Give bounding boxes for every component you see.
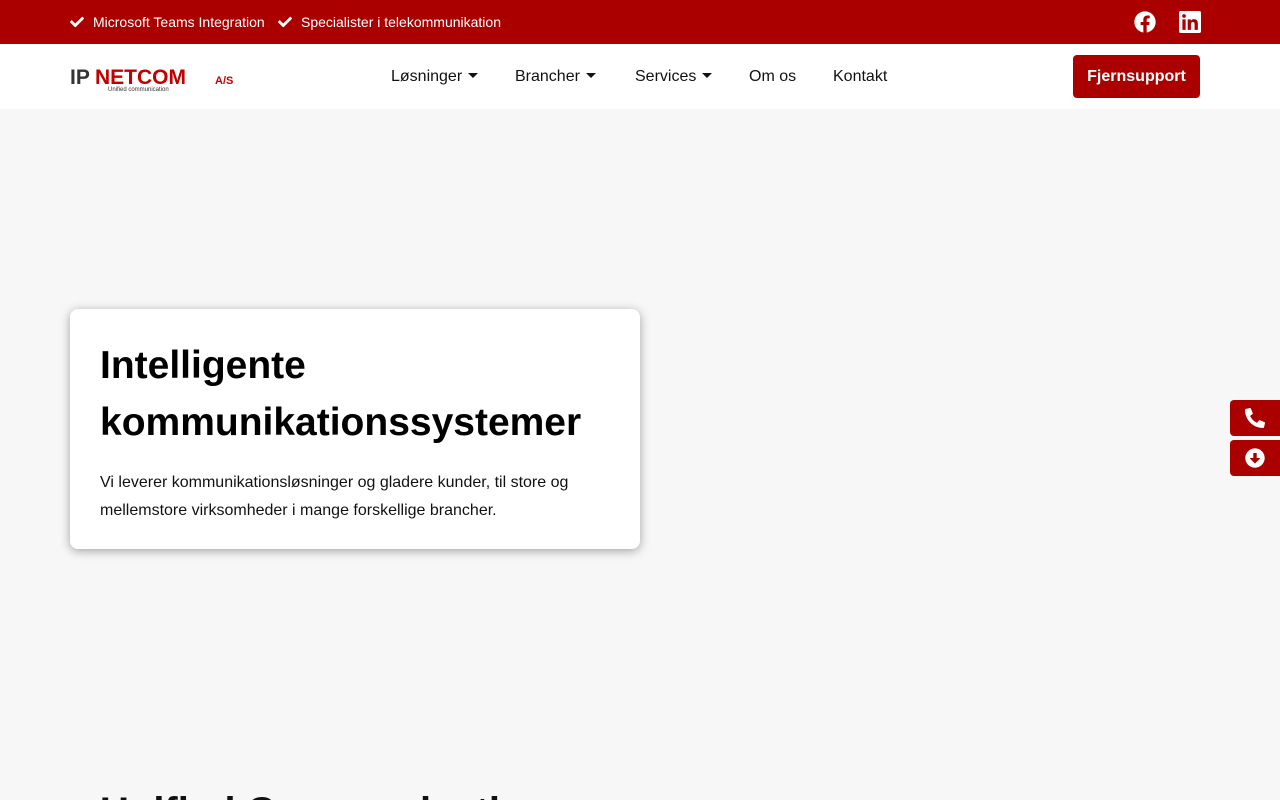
hero-card: Intelligente kommunikationssystemer Vi l… (70, 309, 640, 549)
svg-text:IP: IP (70, 66, 90, 89)
phone-icon (1245, 408, 1265, 428)
ipnetcom-logo[interactable]: IP NETCOM A/S Unified communication (70, 65, 242, 93)
nav-label: Løsninger (391, 67, 463, 85)
facebook-icon (1134, 11, 1156, 33)
download-icon (1245, 448, 1265, 468)
usp-specialists: Specialister i telekommunikation (278, 0, 501, 44)
nav-label: Om os (749, 67, 797, 85)
fjernsupport-button[interactable]: Fjernsupport (1073, 55, 1200, 98)
nav-om-os[interactable]: Om os (749, 44, 796, 109)
caret-down-icon (702, 73, 713, 78)
caret-down-icon (468, 73, 479, 78)
facebook-link[interactable] (1134, 11, 1156, 33)
nav-kontakt[interactable]: Kontakt (833, 44, 887, 109)
download-button[interactable] (1230, 440, 1280, 476)
usp-label: Microsoft Teams Integration (93, 14, 265, 30)
hero-title: Intelligente kommunikationssystemer (100, 344, 582, 444)
svg-text:A/S: A/S (215, 75, 233, 87)
svg-text:Unified communication: Unified communication (108, 87, 169, 93)
section-heading: Unified Communication (100, 790, 549, 800)
usp-teams: Microsoft Teams Integration (70, 0, 265, 44)
svg-text:NETCOM: NETCOM (95, 66, 186, 89)
nav-services[interactable]: Services (635, 44, 713, 109)
nav-label: Kontakt (833, 67, 888, 85)
nav-label: Brancher (515, 67, 580, 85)
linkedin-icon (1179, 11, 1201, 33)
usp-label: Specialister i telekommunikation (301, 14, 501, 30)
check-icon (70, 16, 84, 28)
nav-brancher[interactable]: Brancher (515, 44, 596, 109)
check-icon (278, 16, 292, 28)
top-bar: Microsoft Teams Integration Specialister… (0, 0, 1280, 44)
linkedin-link[interactable] (1179, 11, 1201, 33)
caret-down-icon (585, 73, 596, 78)
nav-label: Services (635, 67, 697, 85)
nav-losninger[interactable]: Løsninger (391, 44, 479, 109)
call-button[interactable] (1230, 400, 1280, 436)
main-navbar: IP NETCOM A/S Unified communication Løsn… (0, 44, 1280, 109)
hero-description: Vi leverer kommunikationsløsninger og gl… (100, 474, 569, 519)
